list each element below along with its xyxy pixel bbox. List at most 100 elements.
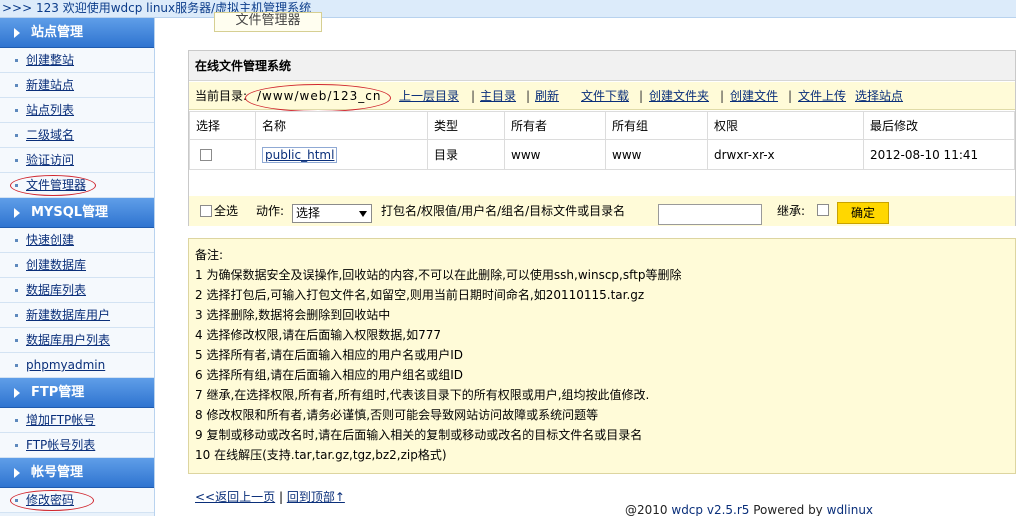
separator: | bbox=[788, 89, 793, 103]
separator: | bbox=[278, 490, 287, 504]
sidebar-item-new-db-user[interactable]: 新建数据库用户 bbox=[0, 303, 154, 328]
sidebar-item-new-site[interactable]: 新建站点 bbox=[0, 73, 154, 98]
group-cell: www bbox=[605, 139, 708, 170]
back-to-top-link[interactable]: 回到顶部↑ bbox=[287, 490, 345, 504]
tab-strip: 文件管理器 bbox=[188, 12, 1016, 34]
notes-line: 3 选择删除,数据将会删除到回收站中 bbox=[195, 308, 391, 322]
inherit-label: 继承: bbox=[777, 204, 806, 218]
bullet-icon bbox=[15, 264, 18, 267]
column-header: 名称 bbox=[255, 111, 428, 140]
file-upload-link[interactable]: 文件上传 bbox=[798, 82, 846, 110]
sidebar-group-account[interactable]: 帐号管理 bbox=[0, 458, 154, 488]
action-label: 动作: bbox=[256, 204, 285, 218]
separator: | bbox=[639, 89, 644, 103]
separator: | bbox=[471, 89, 476, 103]
sidebar-item-db-user-list[interactable]: 数据库用户列表 bbox=[0, 328, 154, 353]
sidebar-group-site[interactable]: 站点管理 bbox=[0, 18, 154, 48]
confirm-button[interactable]: 确定 bbox=[837, 202, 889, 224]
back-link[interactable]: <<返回上一页 bbox=[195, 490, 275, 504]
main-content: 文件管理器 在线文件管理系统 当前目录: /www/web/123_cn 上一层… bbox=[188, 12, 1016, 516]
target-input[interactable] bbox=[658, 204, 762, 225]
sidebar-item-site-list[interactable]: 站点列表 bbox=[0, 98, 154, 123]
row-select-cell bbox=[189, 139, 256, 170]
file-manager-panel: 在线文件管理系统 当前目录: /www/web/123_cn 上一层目录 | 主… bbox=[188, 50, 1016, 226]
column-header: 选择 bbox=[189, 111, 256, 140]
column-header: 所有组 bbox=[605, 111, 708, 140]
sidebar-group-ftp[interactable]: FTP管理 bbox=[0, 378, 154, 408]
notes-line: 9 复制或移动或改名时,请在后面输入相关的复制或移动或改名的目标文件名或目录名 bbox=[195, 428, 643, 442]
name-cell: public_html bbox=[255, 139, 428, 170]
file-link[interactable]: public_html bbox=[262, 146, 338, 163]
version-link[interactable]: wdcp v2.5.r5 bbox=[671, 503, 749, 516]
sidebar-item-add-ftp[interactable]: 增加FTP帐号 bbox=[0, 408, 154, 433]
sidebar-item-file-manager[interactable]: 文件管理器 bbox=[0, 173, 154, 198]
file-table: 选择 名称 类型 所有者 所有组 权限 最后修改 public_html 目录 … bbox=[189, 111, 1015, 170]
notes-line: 7 继承,在选择权限,所有者,所有组时,代表该目录下的所有权限或用户,组均按此值… bbox=[195, 388, 650, 402]
bullet-icon bbox=[15, 84, 18, 87]
bullet-icon bbox=[15, 364, 18, 367]
target-input-label: 打包名/权限值/用户名/组名/目标文件或目录名 bbox=[381, 204, 626, 218]
bullet-icon bbox=[15, 314, 18, 317]
create-folder-link[interactable]: 创建文件夹 bbox=[649, 82, 709, 110]
action-select[interactable]: 选择 bbox=[292, 204, 372, 223]
table-header-row: 选择 名称 类型 所有者 所有组 权限 最后修改 bbox=[189, 111, 1015, 140]
bullet-icon bbox=[15, 289, 18, 292]
sidebar-item-phpmyadmin[interactable]: phpmyadmin bbox=[0, 353, 154, 378]
modified-cell: 2012-08-10 11:41 bbox=[863, 139, 1015, 170]
inherit-checkbox[interactable] bbox=[817, 204, 829, 216]
column-header: 最后修改 bbox=[863, 111, 1015, 140]
permission-cell: drwxr-xr-x bbox=[707, 139, 864, 170]
bullet-icon bbox=[15, 239, 18, 242]
create-file-link[interactable]: 创建文件 bbox=[730, 82, 778, 110]
file-download-link[interactable]: 文件下载 bbox=[581, 82, 629, 110]
column-header: 所有者 bbox=[504, 111, 606, 140]
column-header: 类型 bbox=[427, 111, 505, 140]
action-bar: 全选 动作: 选择 打包名/权限值/用户名/组名/目标文件或目录名 继承: 确定 bbox=[189, 196, 1015, 226]
bullet-icon bbox=[15, 339, 18, 342]
sidebar-item-ftp-list[interactable]: FTP帐号列表 bbox=[0, 433, 154, 458]
triangle-right-icon bbox=[14, 208, 20, 218]
path-toolbar: 当前目录: /www/web/123_cn 上一层目录 | 主目录 | 刷新 文… bbox=[189, 82, 1015, 112]
owner-cell: www bbox=[504, 139, 606, 170]
bullet-icon bbox=[15, 419, 18, 422]
current-path: /www/web/123_cn bbox=[257, 89, 382, 103]
triangle-right-icon bbox=[14, 388, 20, 398]
row-checkbox[interactable] bbox=[200, 149, 212, 161]
column-header: 权限 bbox=[707, 111, 864, 140]
select-site-link[interactable]: 选择站点 bbox=[855, 82, 903, 110]
notes-line: 8 修改权限和所有者,请务必谨慎,否则可能会导致网站访问故障或系统问题等 bbox=[195, 408, 599, 422]
notes-line: 6 选择所有组,请在后面输入相应的用户组名或组ID bbox=[195, 368, 464, 382]
sidebar-group-mysql[interactable]: MYSQL管理 bbox=[0, 198, 154, 228]
home-dir-link[interactable]: 主目录 bbox=[480, 82, 516, 110]
sidebar-item-verify-access[interactable]: 验证访问 bbox=[0, 148, 154, 173]
sidebar-item-subdomain[interactable]: 二级域名 bbox=[0, 123, 154, 148]
tab-file-manager[interactable]: 文件管理器 bbox=[214, 12, 322, 32]
bullet-icon bbox=[15, 159, 18, 162]
separator: | bbox=[526, 89, 531, 103]
notes-line: 备注: bbox=[195, 248, 224, 262]
footer-links: <<返回上一页 | 回到顶部↑ bbox=[195, 488, 345, 505]
sidebar-item-quick-create[interactable]: 快速创建 bbox=[0, 228, 154, 253]
bullet-icon bbox=[15, 444, 18, 447]
sidebar-item-change-password[interactable]: 修改密码 bbox=[0, 488, 154, 513]
bullet-icon bbox=[15, 109, 18, 112]
action-select-value: 选择 bbox=[296, 206, 321, 220]
copyright-year: @2010 bbox=[625, 503, 668, 516]
powered-by-label: Powered by bbox=[753, 503, 823, 516]
bullet-icon bbox=[15, 184, 18, 187]
notes-line: 2 选择打包后,可输入打包文件名,如留空,则用当前日期时间命名,如2011011… bbox=[195, 288, 645, 302]
parent-dir-link[interactable]: 上一层目录 bbox=[399, 82, 459, 110]
type-cell: 目录 bbox=[427, 139, 505, 170]
separator: | bbox=[720, 89, 725, 103]
notes-panel: 备注: 1 为确保数据安全及误操作,回收站的内容,不可以在此删除,可以使用ssh… bbox=[188, 238, 1016, 474]
notes-line: 5 选择所有者,请在后面输入相应的用户名或用户ID bbox=[195, 348, 464, 362]
sidebar-item-create-full-site[interactable]: 创建整站 bbox=[0, 48, 154, 73]
notes-line: 10 在线解压(支持.tar,tar.gz,tgz,bz2,zip格式) bbox=[195, 448, 447, 462]
select-all-checkbox[interactable] bbox=[200, 205, 212, 217]
sidebar-item-create-database[interactable]: 创建数据库 bbox=[0, 253, 154, 278]
sidebar-item-database-list[interactable]: 数据库列表 bbox=[0, 278, 154, 303]
brand-link[interactable]: wdlinux bbox=[827, 503, 873, 516]
triangle-right-icon bbox=[14, 468, 20, 478]
panel-title: 在线文件管理系统 bbox=[189, 51, 1015, 81]
refresh-link[interactable]: 刷新 bbox=[535, 82, 559, 110]
